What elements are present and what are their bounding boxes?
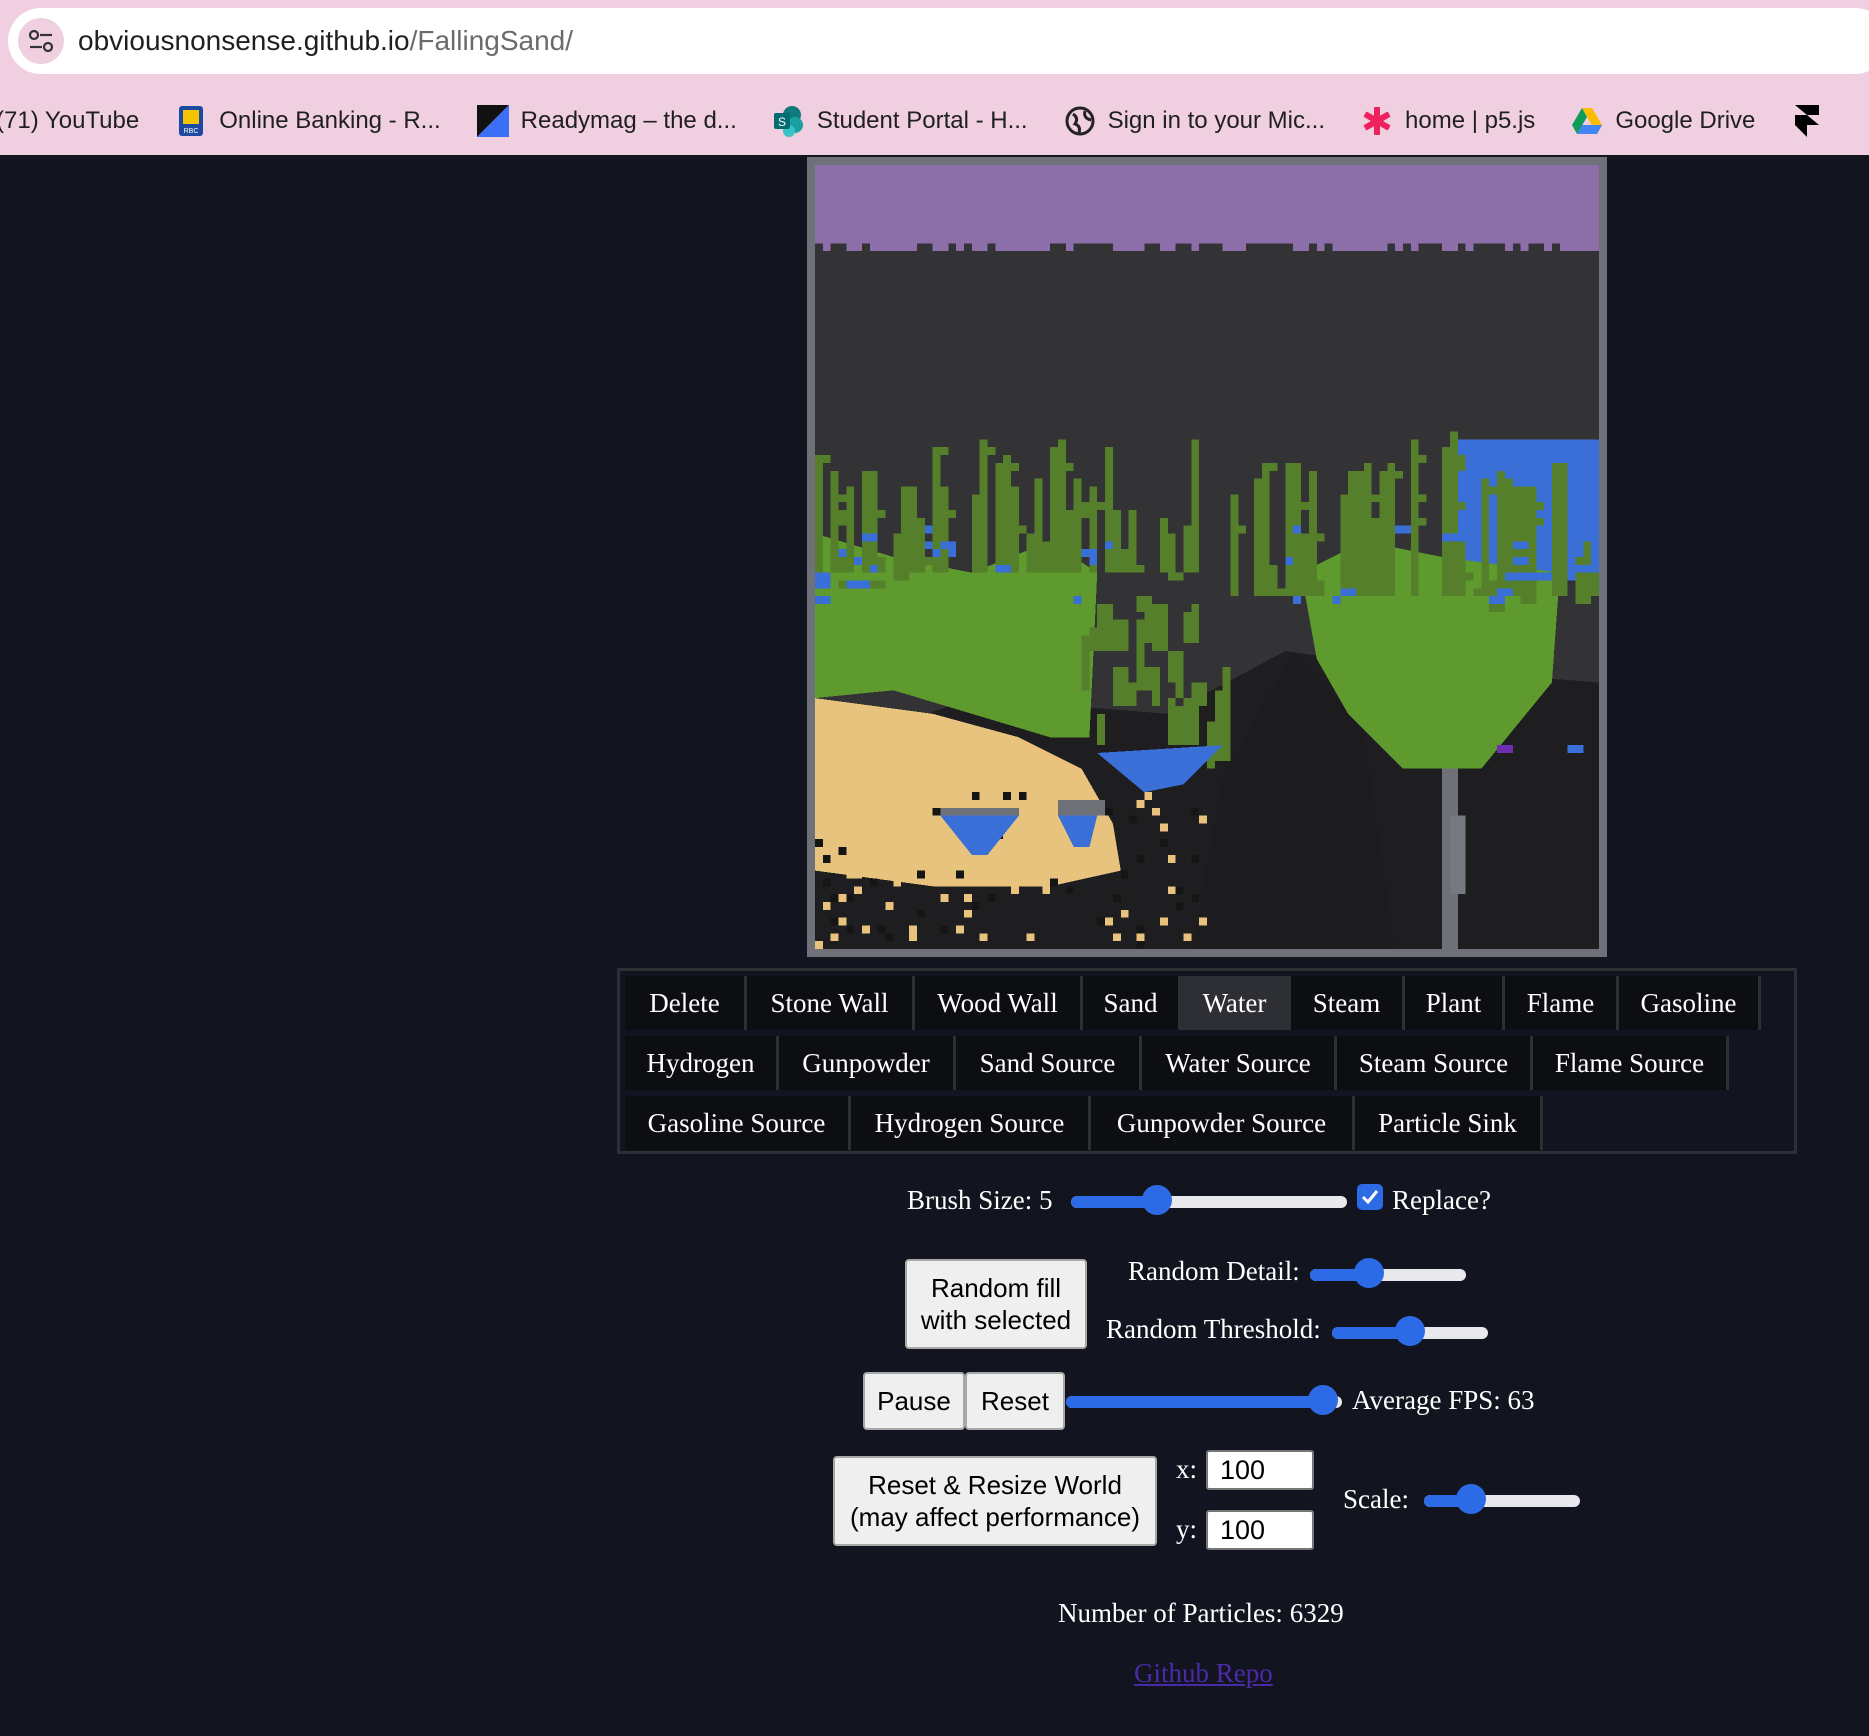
world-y-input[interactable]: 100 [1206, 1510, 1314, 1550]
slider-thumb[interactable] [1354, 1258, 1385, 1288]
slider-thumb[interactable] [1395, 1316, 1425, 1346]
url-host: obviousnonsense.github.io [78, 25, 410, 56]
element-water-source-button[interactable]: Water Source [1142, 1036, 1337, 1090]
address-bar[interactable]: obviousnonsense.github.io/FallingSand/ [8, 8, 1869, 74]
bookmark-student-portal[interactable]: S Student Portal - H... [773, 105, 1028, 137]
bookmark-google-drive[interactable]: Google Drive [1571, 105, 1755, 137]
globe-icon [1064, 105, 1096, 137]
bookmark-label: Student Portal - H... [816, 107, 1028, 134]
bookmark-label: home | p5.js [1405, 107, 1536, 134]
pause-button[interactable]: Pause [863, 1372, 965, 1430]
rbc-icon: RBC [175, 105, 207, 137]
simulation-canvas-frame [807, 157, 1607, 957]
element-flame-button[interactable]: Flame [1505, 976, 1619, 1030]
google-drive-icon [1571, 105, 1603, 137]
site-settings-icon[interactable] [18, 18, 64, 64]
element-row-3: Gasoline Source Hydrogen Source Gunpowde… [625, 1096, 1543, 1150]
svg-text:S: S [778, 115, 786, 129]
speed-slider[interactable] [1066, 1385, 1342, 1415]
element-hydrogen-button[interactable]: Hydrogen [625, 1036, 779, 1090]
random-threshold-slider[interactable] [1332, 1316, 1488, 1346]
replace-checkbox[interactable] [1357, 1184, 1383, 1210]
element-plant-button[interactable]: Plant [1405, 976, 1505, 1030]
element-gunpowder-source-button[interactable]: Gunpowder Source [1091, 1096, 1355, 1150]
sharepoint-icon: S [773, 105, 805, 137]
element-steam-button[interactable]: Steam [1291, 976, 1405, 1030]
bookmark-label: Online Banking - R... [219, 107, 441, 134]
brush-size-slider[interactable] [1071, 1185, 1347, 1215]
particle-count: Number of Particles: 6329 [1058, 1598, 1344, 1628]
bookmark-p5js[interactable]: home | p5.js [1361, 105, 1535, 137]
framer-icon [1791, 105, 1823, 137]
random-threshold-label: Random Threshold: [1106, 1314, 1321, 1344]
element-row-1: Delete Stone Wall Wood Wall Sand Water S… [625, 976, 1761, 1030]
bookmark-microsoft-signin[interactable]: Sign in to your Mic... [1064, 105, 1325, 137]
element-water-button[interactable]: Water [1181, 976, 1291, 1030]
bookmark-online-banking[interactable]: RBC Online Banking - R... [175, 105, 441, 137]
world-y-label: y: [1176, 1514, 1198, 1544]
random-fill-button[interactable]: Random fill with selected [905, 1259, 1087, 1349]
browser-chrome: obviousnonsense.github.io/FallingSand/ (… [0, 0, 1869, 155]
scale-slider[interactable] [1424, 1484, 1580, 1514]
element-row-2: Hydrogen Gunpowder Sand Source Water Sou… [625, 1036, 1729, 1090]
random-detail-label: Random Detail: [1128, 1256, 1300, 1286]
element-sand-button[interactable]: Sand [1083, 976, 1181, 1030]
element-gasoline-button[interactable]: Gasoline [1619, 976, 1761, 1030]
slider-thumb[interactable] [1141, 1185, 1172, 1215]
element-delete-button[interactable]: Delete [625, 976, 747, 1030]
reset-resize-world-button[interactable]: Reset & Resize World (may affect perform… [833, 1456, 1157, 1546]
element-hydrogen-source-button[interactable]: Hydrogen Source [851, 1096, 1091, 1150]
slider-thumb[interactable] [1455, 1484, 1486, 1514]
url-path: /FallingSand/ [409, 25, 574, 56]
element-sand-source-button[interactable]: Sand Source [956, 1036, 1142, 1090]
slider-thumb[interactable] [1307, 1385, 1338, 1415]
random-fill-line1: Random fill [930, 1273, 1062, 1303]
bookmark-youtube[interactable]: (71) YouTube [0, 107, 139, 135]
element-steam-source-button[interactable]: Steam Source [1337, 1036, 1533, 1090]
element-wood-wall-button[interactable]: Wood Wall [915, 976, 1083, 1030]
readymag-icon [476, 105, 509, 137]
bookmark-label: Sign in to your Mic... [1107, 107, 1325, 134]
element-gunpowder-button[interactable]: Gunpowder [779, 1036, 956, 1090]
bookmark-readymag[interactable]: Readymag – the d... [476, 105, 737, 137]
svg-text:RBC: RBC [184, 128, 199, 135]
p5-asterisk-icon [1361, 105, 1393, 137]
simulation-canvas[interactable] [815, 165, 1599, 949]
world-x-input[interactable]: 100 [1206, 1450, 1314, 1490]
element-particle-sink-button[interactable]: Particle Sink [1355, 1096, 1543, 1150]
reset-button[interactable]: Reset [965, 1372, 1065, 1430]
bookmarks-bar: (71) YouTube RBC Online Banking - R... R… [0, 96, 1869, 146]
element-flame-source-button[interactable]: Flame Source [1533, 1036, 1729, 1090]
bookmark-framer[interactable] [1791, 105, 1835, 137]
world-x-label: x: [1176, 1454, 1198, 1484]
element-gasoline-source-button[interactable]: Gasoline Source [625, 1096, 851, 1150]
fps-readout: Average FPS: 63 [1352, 1385, 1535, 1415]
scale-label: Scale: [1343, 1484, 1409, 1514]
random-fill-line2: with selected [920, 1305, 1072, 1335]
bookmark-label: Readymag – the d... [520, 107, 737, 134]
reset-resize-line1: Reset & Resize World [868, 1470, 1122, 1500]
replace-label: Replace? [1392, 1185, 1491, 1215]
brush-size-label: Brush Size: 5 [907, 1185, 1053, 1215]
bookmark-label: (71) YouTube [0, 107, 140, 134]
element-stone-wall-button[interactable]: Stone Wall [747, 976, 915, 1030]
element-selector: Delete Stone Wall Wood Wall Sand Water S… [617, 968, 1797, 1154]
bookmark-label: Google Drive [1615, 107, 1756, 134]
checkmark-icon [1361, 1190, 1379, 1205]
random-detail-slider[interactable] [1310, 1258, 1466, 1288]
github-repo-link[interactable]: Github Repo [1134, 1658, 1273, 1689]
reset-resize-line2: (may affect performance) [850, 1502, 1140, 1532]
